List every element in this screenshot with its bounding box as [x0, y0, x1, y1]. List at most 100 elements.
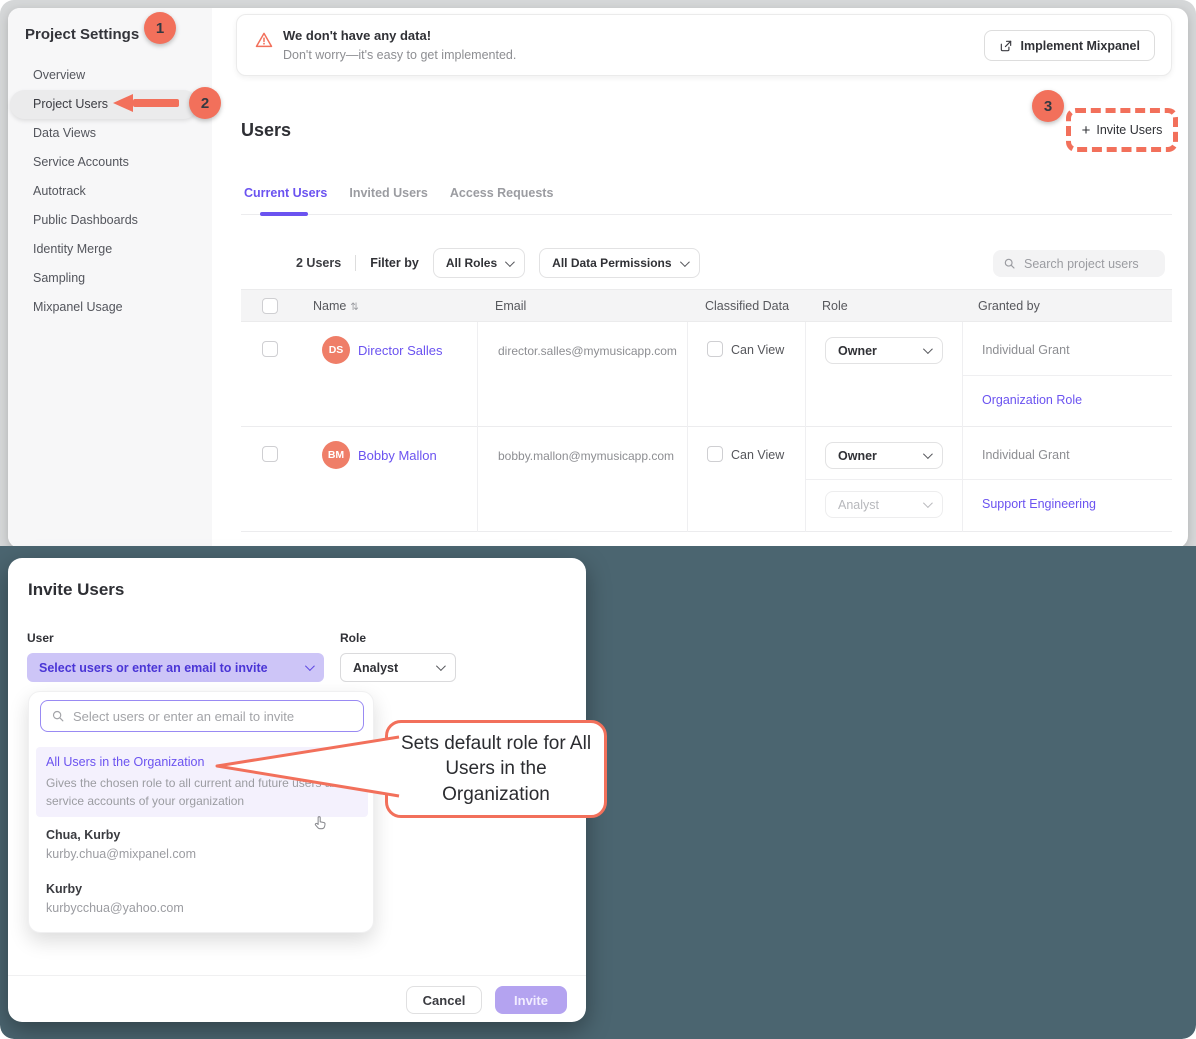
annotation-arrow-icon — [113, 94, 179, 112]
annotation-badge-1: 1 — [144, 12, 176, 44]
sidebar-item-identity-merge[interactable]: Identity Merge — [8, 235, 212, 264]
tab-current-users[interactable]: Current Users — [244, 186, 327, 214]
implement-button-label: Implement Mixpanel — [1021, 39, 1140, 53]
cancel-button[interactable]: Cancel — [406, 986, 482, 1014]
role-value: Analyst — [838, 498, 879, 512]
granted-by-link[interactable]: Organization Role — [982, 393, 1082, 407]
role-dropdown[interactable]: Owner — [825, 442, 943, 469]
can-view-label: Can View — [731, 448, 784, 462]
chevron-down-icon — [505, 257, 515, 267]
invite-users-button[interactable]: + Invite Users — [1082, 123, 1163, 138]
can-view-checkbox[interactable] — [707, 341, 723, 357]
sort-icon[interactable]: ⇅ — [350, 302, 358, 313]
role-dropdown-disabled: Analyst — [825, 491, 943, 518]
warning-triangle-icon — [255, 31, 273, 49]
col-header-classified-data: Classified Data — [705, 299, 789, 313]
chevron-down-icon — [923, 344, 933, 354]
user-email: director.salles@mymusicapp.com — [498, 344, 677, 358]
col-header-role: Role — [822, 299, 848, 313]
column-divider — [962, 427, 963, 532]
sidebar-item-public-dashboards[interactable]: Public Dashboards — [8, 206, 212, 235]
option-title: Chua, Kurby — [46, 828, 120, 842]
filter-row: 2 Users Filter by All Roles All Data Per… — [296, 248, 700, 278]
search-project-users[interactable] — [993, 250, 1165, 277]
banner-title: We don't have any data! — [283, 28, 431, 43]
user-count: 2 Users — [296, 256, 341, 270]
invite-users-label: Invite Users — [1096, 123, 1162, 137]
callout-bubble: Sets default role for All Users in the O… — [385, 720, 607, 818]
hand-pointer-icon — [311, 814, 329, 832]
user-select-dropdown[interactable]: Select users or enter an email to invite — [27, 653, 324, 682]
role-field-label: Role — [340, 631, 366, 645]
user-field-label: User — [27, 631, 54, 645]
all-users-option-link[interactable]: All Users in the Organization — [46, 755, 204, 769]
role-value: Owner — [838, 344, 877, 358]
option-email: kurby.chua@mixpanel.com — [46, 847, 196, 861]
all-roles-filter[interactable]: All Roles — [433, 248, 525, 278]
sidebar-item-overview[interactable]: Overview — [8, 61, 212, 90]
tabs-divider — [241, 214, 1172, 215]
can-view-label: Can View — [731, 343, 784, 357]
banner-subtitle: Don't worry—it's easy to get implemented… — [283, 48, 516, 62]
tab-access-requests[interactable]: Access Requests — [450, 186, 554, 214]
granted-by-text: Individual Grant — [982, 448, 1070, 462]
no-data-banner: We don't have any data! Don't worry—it's… — [236, 14, 1172, 76]
external-link-icon — [999, 39, 1013, 53]
granted-divider — [962, 375, 1172, 376]
project-settings-window: Project Settings Overview Project Users … — [8, 8, 1188, 548]
sidebar-nav: Overview Project Users Data Views Servic… — [8, 61, 212, 322]
granted-by-text: Individual Grant — [982, 343, 1070, 357]
can-view-checkbox[interactable] — [707, 446, 723, 462]
user-email: bobby.mallon@mymusicapp.com — [498, 449, 674, 463]
tab-invited-users[interactable]: Invited Users — [349, 186, 428, 214]
sidebar-item-data-views[interactable]: Data Views — [8, 119, 212, 148]
screenshot-canvas: Project Settings Overview Project Users … — [0, 0, 1196, 1039]
modal-footer-divider — [8, 975, 586, 976]
all-data-permissions-filter[interactable]: All Data Permissions — [539, 248, 699, 278]
option-email: kurbycchua@yahoo.com — [46, 901, 184, 915]
role-dropdown[interactable]: Owner — [825, 337, 943, 364]
sidebar-item-sampling[interactable]: Sampling — [8, 264, 212, 293]
chevron-down-icon — [923, 498, 933, 508]
sidebar-item-mixpanel-usage[interactable]: Mixpanel Usage — [8, 293, 212, 322]
active-tab-underline — [260, 212, 308, 216]
role-select-value: Analyst — [353, 661, 398, 675]
col-header-email: Email — [495, 299, 526, 313]
chevron-down-icon — [680, 257, 690, 267]
sidebar-item-service-accounts[interactable]: Service Accounts — [8, 148, 212, 177]
user-name-link[interactable]: Director Salles — [358, 343, 443, 358]
col-header-name: Name⇅ — [313, 299, 359, 313]
column-divider — [477, 427, 478, 532]
callout-tail — [205, 725, 400, 810]
role-select-dropdown[interactable]: Analyst — [340, 653, 456, 682]
row-checkbox[interactable] — [262, 446, 278, 462]
implement-mixpanel-button[interactable]: Implement Mixpanel — [984, 30, 1155, 61]
invite-submit-button[interactable]: Invite — [495, 986, 567, 1014]
sidebar-item-autotrack[interactable]: Autotrack — [8, 177, 212, 206]
row-checkbox[interactable] — [262, 341, 278, 357]
column-divider — [687, 322, 688, 427]
dropdown-search-input[interactable] — [73, 709, 343, 724]
all-data-permissions-label: All Data Permissions — [552, 256, 671, 270]
search-icon — [51, 709, 65, 723]
search-input[interactable] — [1024, 257, 1154, 271]
search-icon — [1003, 257, 1016, 270]
callout-text: Sets default role for All Users in the O… — [399, 731, 594, 806]
column-divider — [687, 427, 688, 532]
col-header-granted-by: Granted by — [978, 299, 1040, 313]
granted-by-link[interactable]: Support Engineering — [982, 497, 1096, 511]
chevron-down-icon — [436, 661, 446, 671]
plus-icon: + — [1082, 123, 1091, 138]
select-all-checkbox[interactable] — [262, 298, 278, 314]
table-header-row: Name⇅ Email Classified Data Role Granted… — [241, 289, 1172, 322]
avatar: DS — [322, 336, 350, 364]
annotation-badge-2: 2 — [189, 87, 221, 119]
chevron-down-icon — [923, 449, 933, 459]
invite-users-dashed-highlight: + Invite Users — [1066, 108, 1178, 152]
divider — [355, 255, 356, 271]
user-name-link[interactable]: Bobby Mallon — [358, 448, 437, 463]
annotation-badge-3: 3 — [1032, 90, 1064, 122]
avatar: BM — [322, 441, 350, 469]
modal-title: Invite Users — [28, 580, 124, 600]
granted-divider — [805, 479, 1172, 480]
